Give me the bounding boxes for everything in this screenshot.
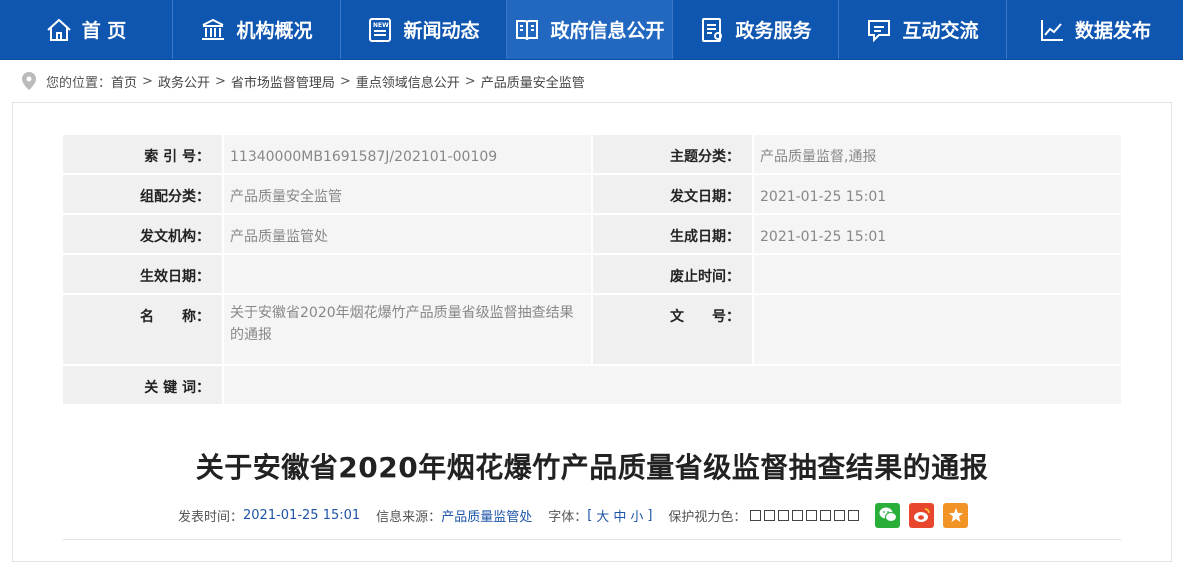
created-date-value: 2021-01-25 15:01 [752, 215, 1121, 253]
home-icon [47, 18, 71, 41]
wechat-icon[interactable] [875, 502, 901, 528]
font-bracket-open: [ [587, 507, 593, 523]
eye-color-swatch[interactable] [778, 509, 790, 521]
nav-label: 机构概况 [236, 20, 313, 42]
eye-color-swatch[interactable] [764, 509, 776, 521]
topic-value: 产品质量监督,通报 [752, 135, 1121, 173]
nav-item-data[interactable]: 数据发布 [1007, 0, 1183, 59]
keywords-value [222, 366, 1121, 404]
nav-item-gov-info[interactable]: 政府信息公开 [507, 0, 673, 59]
index-no-value: 11340000MB1691587J/202101-00109 [222, 135, 593, 173]
keywords-label: 关 键 词： [63, 366, 222, 404]
nav-label: 首 页 [81, 20, 127, 42]
breadcrumb-link-quality[interactable]: 产品质量安全监管 [481, 72, 585, 91]
svg-text:NEW: NEW [373, 22, 389, 29]
share-buttons [875, 502, 969, 528]
breadcrumb-separator: > [142, 73, 153, 89]
issue-date-label: 发文日期： [593, 175, 752, 213]
metadata-row: 生效日期： 废止时间： [63, 255, 1121, 293]
publish-time-label: 发表时间： [178, 509, 244, 525]
nav-item-news[interactable]: NEW 新闻动态 [341, 0, 507, 59]
font-small-button[interactable]: 小 [630, 506, 643, 525]
eye-color-swatches [750, 509, 860, 521]
breadcrumb-link-home[interactable]: 首页 [111, 72, 137, 91]
doc-no-label: 文 号： [593, 295, 752, 364]
effective-date-label: 生效日期： [63, 255, 222, 293]
eye-color-swatch[interactable] [750, 509, 762, 521]
chart-line-icon [1040, 19, 1063, 41]
breadcrumb-separator: > [464, 73, 476, 89]
metadata-row: 名 称： 关于安徽省2020年烟花爆竹产品质量省级监督抽查结果的通报 文 号： [63, 295, 1121, 364]
topic-label: 主题分类： [593, 135, 752, 173]
doc-no-value [752, 295, 1121, 364]
font-size-label: 字体： [548, 509, 588, 525]
publish-time-value: 2021-01-25 15:01 [243, 507, 361, 523]
metadata-row: 发文机构： 产品质量监管处 生成日期： 2021-01-25 15:01 [63, 215, 1121, 253]
eye-color-swatch[interactable] [820, 509, 832, 521]
breadcrumb-separator: > [339, 73, 351, 89]
article-info-bar: 发表时间： 2021-01-25 15:01 信息来源： 产品质量监管处 字体：… [178, 501, 969, 529]
metadata-row: 关 键 词： [63, 366, 1121, 404]
location-pin-icon [22, 72, 36, 90]
created-date-label: 生成日期： [593, 215, 752, 253]
article-title: 关于安徽省2020年烟花爆竹产品质量省级监督抽查结果的通报 [195, 451, 989, 484]
source-label: 信息来源： [376, 509, 442, 525]
metadata-row: 组配分类： 产品质量安全监管 发文日期： 2021-01-25 15:01 [63, 175, 1121, 213]
abolish-time-label: 废止时间： [593, 255, 752, 293]
news-icon: NEW [369, 17, 392, 42]
eye-color-swatch[interactable] [848, 509, 860, 521]
breadcrumb: 您的位置： 首页 > 政务公开 > 省市场监督管理局 > 重点领域信息公开 > … [0, 60, 1183, 102]
gov-info-icon [516, 19, 539, 40]
breadcrumb-link-bureau[interactable]: 省市场监督管理局 [231, 72, 335, 91]
effective-date-value [222, 255, 593, 293]
nav-label: 数据发布 [1074, 20, 1151, 42]
name-label: 名 称： [63, 295, 222, 364]
eye-color-swatch[interactable] [792, 509, 804, 521]
nav-item-services[interactable]: 政务服务 [673, 0, 839, 59]
index-no-label: 索 引 号： [63, 135, 222, 173]
source-value: 产品质量监管处 [441, 509, 533, 525]
nav-label: 政府信息公开 [550, 20, 665, 42]
breadcrumb-separator: > [214, 73, 226, 89]
eye-color-swatch[interactable] [806, 509, 818, 521]
building-icon [202, 18, 225, 40]
breadcrumb-prefix: 您的位置： [46, 75, 112, 91]
issuer-label: 发文机构： [63, 215, 222, 253]
weibo-icon[interactable] [909, 502, 935, 528]
eye-color-swatch[interactable] [834, 509, 846, 521]
issuer-value: 产品质量监管处 [222, 215, 593, 253]
main-nav: 首 页 机构概况 NEW 新闻动态 政府信息公开 政务服务 互动交流 数据发布 [0, 0, 1183, 60]
category-value: 产品质量安全监管 [222, 175, 593, 213]
favorite-icon[interactable] [943, 502, 969, 528]
service-icon [702, 17, 723, 42]
category-label: 组配分类： [63, 175, 222, 213]
document-metadata-table: 索 引 号： 11340000MB1691587J/202101-00109 主… [63, 133, 1121, 406]
breadcrumb-link-key-areas[interactable]: 重点领域信息公开 [356, 72, 460, 91]
name-value: 关于安徽省2020年烟花爆竹产品质量省级监督抽查结果的通报 [222, 295, 593, 364]
nav-item-home[interactable]: 首 页 [0, 0, 173, 59]
nav-item-organization[interactable]: 机构概况 [173, 0, 341, 59]
breadcrumb-link-gov-open[interactable]: 政务公开 [158, 72, 210, 91]
nav-item-interaction[interactable]: 互动交流 [839, 0, 1007, 59]
content-card: 索 引 号： 11340000MB1691587J/202101-00109 主… [12, 102, 1172, 562]
abolish-time-value [752, 255, 1121, 293]
divider [63, 539, 1121, 540]
metadata-row: 索 引 号： 11340000MB1691587J/202101-00109 主… [63, 135, 1121, 173]
issue-date-value: 2021-01-25 15:01 [752, 175, 1121, 213]
chat-icon [868, 19, 891, 42]
nav-label: 新闻动态 [403, 20, 480, 42]
font-large-button[interactable]: 大 [596, 506, 609, 525]
nav-label: 互动交流 [902, 20, 979, 42]
font-bracket-close: ] [647, 507, 653, 523]
eye-protection-label: 保护视力色： [668, 509, 747, 525]
nav-label: 政务服务 [735, 20, 812, 42]
font-medium-button[interactable]: 中 [613, 506, 626, 525]
